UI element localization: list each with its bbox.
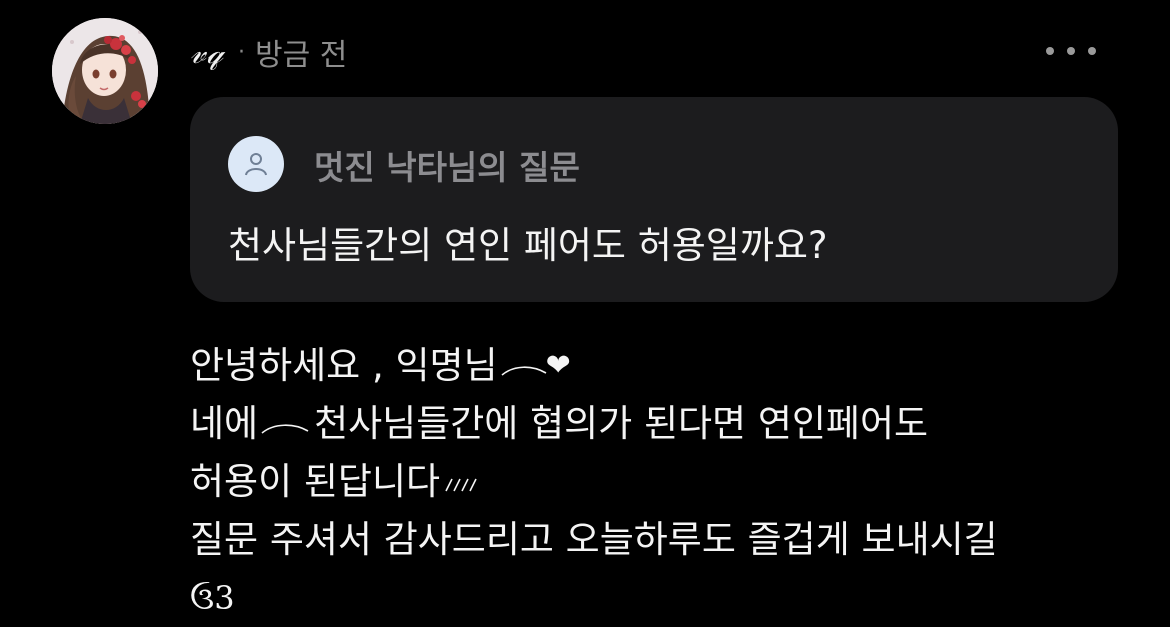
profile-avatar[interactable] [52,18,158,124]
question-author: 멋진 낙타님의 질문 [314,148,580,187]
avatar-illustration [52,18,158,124]
header-separator: · [238,39,246,65]
answer-line-4: 질문 주셔서 감사드리고 오늘하루도 즐겁게 보내시길 [190,511,1150,569]
answer-line-4-text: 질문 주셔서 감사드리고 오늘하루도 즐겁게 보내시길 [190,518,998,561]
post-header: 𝓋𝓆 · 방금 전 [190,28,347,76]
question-avatar [228,136,284,192]
wave-icon [501,366,547,376]
answer-body: 안녕하세요 , 익명님 ❤ 네에 천사님들간에 협의가 된다면 연인페어도 허용… [190,337,1150,627]
more-dot [1088,47,1096,55]
more-options-button[interactable] [1046,34,1096,68]
answer-greeting: 안녕하세요 , 익명님 [190,344,498,387]
answer-emoticon: ઉ3 [190,579,235,617]
answer-line-2-end: 천사님들간에 협의가 된다면 연인페어도 [314,402,929,445]
username[interactable]: 𝓋𝓆 [190,33,224,72]
answer-line-3-text: 허용이 된답니다 [190,460,441,503]
answer-line-3: 허용이 된답니다 [190,453,1150,511]
heart-icon: ❤ [545,348,571,383]
question-card[interactable]: 멋진 낙타님의 질문 천사님들간의 연인 페어도 허용일까요? [190,97,1118,302]
question-text: 천사님들간의 연인 페어도 허용일까요? [228,224,828,267]
wave-icon [261,424,309,434]
answer-line-1: 안녕하세요 , 익명님 ❤ [190,337,1150,395]
sparkle-lines-icon [445,478,477,492]
answer-line-2: 네에 천사님들간에 협의가 된다면 연인페어도 [190,395,1150,453]
answer-line-2-start: 네에 [190,402,259,445]
user-icon [245,153,267,176]
more-horizontal-icon [1046,47,1054,55]
answer-line-5: ઉ3 [190,569,1150,627]
more-dot [1067,47,1075,55]
post-timestamp: 방금 전 [255,38,348,73]
